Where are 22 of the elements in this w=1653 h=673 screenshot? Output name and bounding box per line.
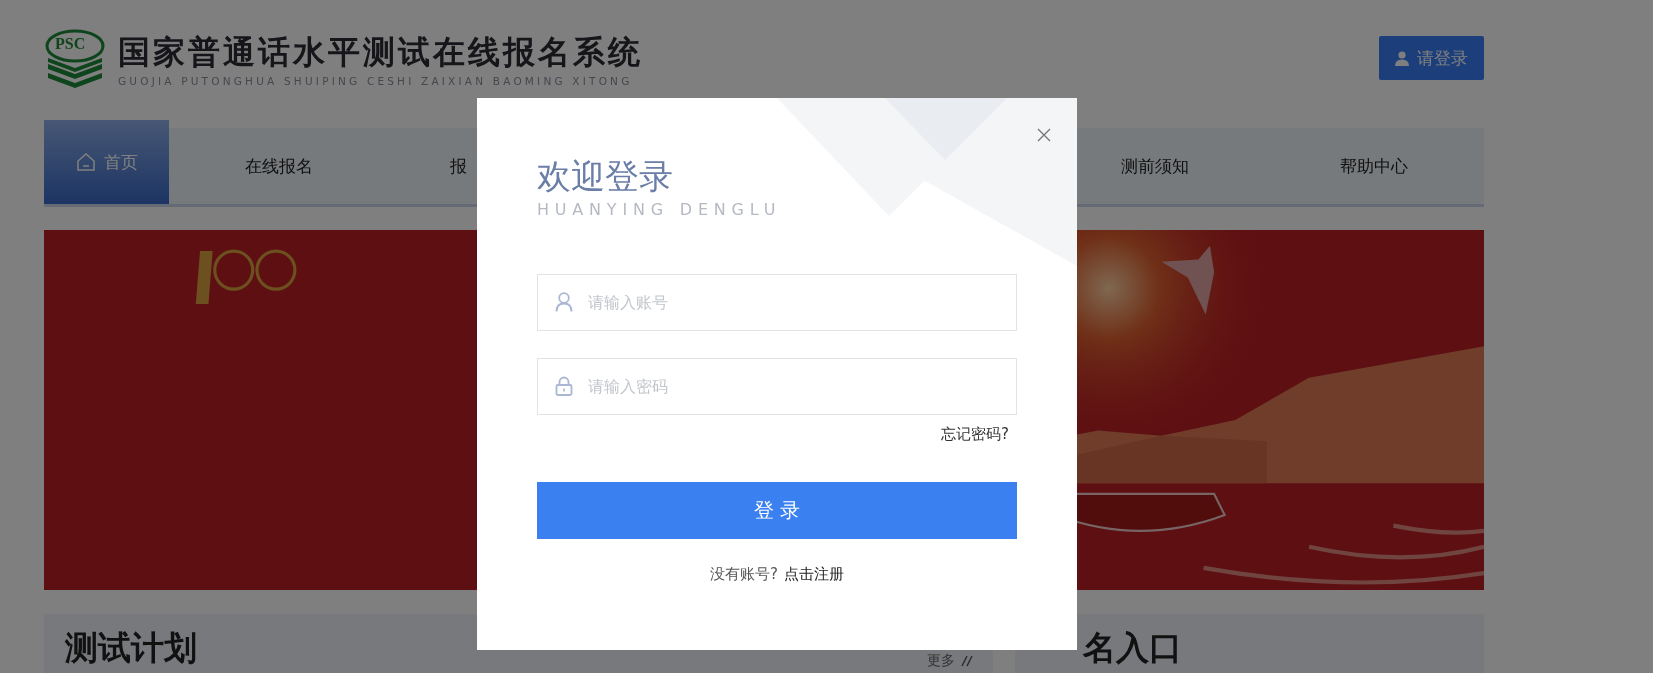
home-icon — [75, 152, 96, 172]
account-field[interactable]: 请输入账号 — [537, 274, 1017, 331]
nav-tab[interactable]: 在线报名 — [169, 128, 389, 204]
panel-title: 测试计划 — [65, 627, 197, 669]
user-icon — [1395, 50, 1409, 66]
password-field[interactable]: 请输入密码 — [537, 358, 1017, 415]
nav-tab[interactable]: 帮助中心 — [1264, 128, 1484, 204]
register-prompt: 没有账号? — [710, 565, 778, 584]
login-button[interactable]: 请登录 — [1379, 36, 1484, 80]
register-link[interactable]: 点击注册 — [784, 565, 844, 584]
site-subtitle: GUOJIA PUTONGHUA SHUIPING CESHI ZAIXIAN BAOMING XITONG — [118, 75, 634, 87]
panel-title: 名入口 — [1083, 627, 1182, 669]
close-icon[interactable] — [1037, 128, 1051, 142]
login-submit-button[interactable]: 登 录 — [537, 482, 1017, 539]
more-link[interactable]: 更多 — [927, 652, 973, 670]
logo-text: PSC — [55, 35, 86, 53]
dialog-subtitle: HUANYING DENGLU — [537, 200, 783, 219]
dialog-title: 欢迎登录 — [537, 156, 674, 196]
site-title: 国家普通话水平测试在线报名系统 — [118, 32, 643, 73]
forgot-password-link[interactable]: 忘记密码? — [941, 425, 1009, 444]
logo-icon — [44, 28, 106, 90]
nav-tab[interactable]: 首页 — [44, 120, 169, 204]
